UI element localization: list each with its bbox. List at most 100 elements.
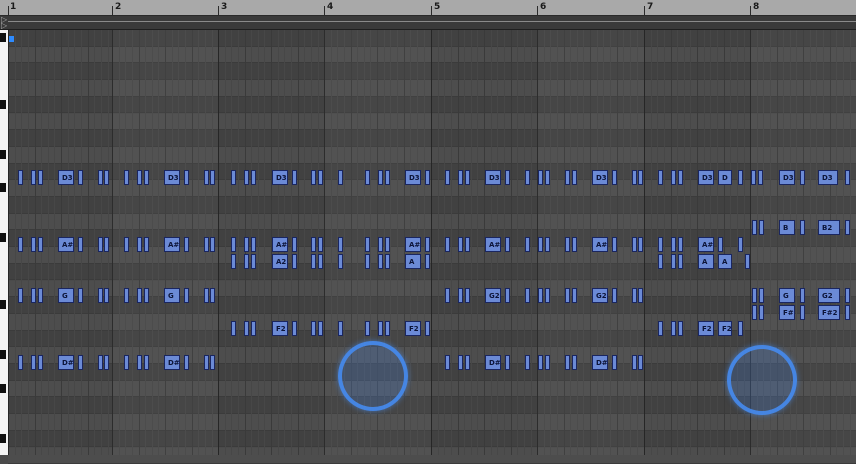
midi-note[interactable] [752,220,757,235]
midi-note[interactable] [311,237,316,252]
black-key[interactable] [0,384,6,393]
midi-note[interactable] [385,237,390,252]
midi-note[interactable] [292,321,297,336]
midi-note[interactable] [318,254,323,269]
midi-note[interactable] [759,220,764,235]
midi-note[interactable] [638,288,643,303]
midi-note[interactable]: D [718,170,732,185]
midi-note[interactable] [137,355,142,370]
black-key[interactable] [0,434,6,443]
black-key[interactable] [0,183,6,192]
midi-note[interactable]: B [779,220,795,235]
black-key[interactable] [0,100,6,109]
midi-note[interactable] [671,321,676,336]
midi-note[interactable] [98,170,103,185]
midi-note[interactable] [678,321,683,336]
midi-note[interactable]: A# [272,237,288,252]
midi-note[interactable] [425,321,430,336]
midi-note[interactable] [78,355,83,370]
midi-note[interactable] [458,355,463,370]
midi-note[interactable] [538,355,543,370]
midi-note[interactable] [124,288,129,303]
midi-note[interactable] [144,288,149,303]
midi-note[interactable] [658,321,663,336]
midi-note[interactable] [671,254,676,269]
midi-note[interactable]: D# [164,355,180,370]
midi-note[interactable] [38,288,43,303]
midi-note[interactable] [565,170,570,185]
midi-note[interactable] [31,288,36,303]
midi-note[interactable] [632,288,637,303]
midi-note[interactable] [538,288,543,303]
midi-note[interactable] [231,254,236,269]
midi-note[interactable] [738,237,743,252]
midi-note[interactable] [98,355,103,370]
midi-note[interactable]: G2 [592,288,608,303]
midi-note[interactable] [638,170,643,185]
midi-note[interactable] [231,321,236,336]
midi-note[interactable] [204,170,209,185]
midi-note[interactable]: F2 [405,321,421,336]
midi-note[interactable]: G [779,288,795,303]
midi-note[interactable]: A [718,254,732,269]
midi-note[interactable] [638,355,643,370]
midi-note[interactable] [365,321,370,336]
midi-note[interactable] [292,254,297,269]
midi-note[interactable] [184,170,189,185]
midi-note[interactable] [144,237,149,252]
midi-note[interactable] [759,305,764,320]
midi-note[interactable] [458,170,463,185]
midi-note[interactable]: F2 [718,321,732,336]
midi-note[interactable] [184,237,189,252]
midi-note[interactable] [525,355,530,370]
midi-note[interactable]: A# [58,237,74,252]
midi-note[interactable] [311,170,316,185]
midi-note[interactable] [184,355,189,370]
midi-note[interactable] [738,170,743,185]
midi-note[interactable] [751,170,756,185]
midi-note[interactable] [800,170,805,185]
midi-note[interactable] [752,288,757,303]
midi-note[interactable] [538,170,543,185]
midi-note[interactable] [378,237,383,252]
midi-note[interactable] [338,254,343,269]
midi-note[interactable]: A# [592,237,608,252]
midi-note[interactable] [671,237,676,252]
midi-note[interactable] [752,305,757,320]
midi-note[interactable] [38,237,43,252]
midi-note[interactable]: D3 [698,170,714,185]
midi-note[interactable] [78,288,83,303]
midi-note[interactable] [658,237,663,252]
midi-note[interactable] [565,355,570,370]
midi-note[interactable] [124,237,129,252]
midi-note[interactable] [318,321,323,336]
midi-note[interactable] [311,254,316,269]
midi-note[interactable] [658,254,663,269]
midi-note[interactable] [338,237,343,252]
midi-note[interactable] [545,237,550,252]
midi-note[interactable] [458,288,463,303]
midi-note[interactable]: A# [164,237,180,252]
midi-note[interactable]: F#2 [818,305,840,320]
midi-note[interactable] [612,170,617,185]
midi-note[interactable] [231,237,236,252]
midi-note[interactable] [385,170,390,185]
midi-note[interactable] [465,237,470,252]
midi-note[interactable]: A2 [272,254,288,269]
midi-note[interactable] [505,237,510,252]
midi-note[interactable] [204,237,209,252]
black-key[interactable] [0,233,6,242]
midi-note[interactable] [210,288,215,303]
midi-note[interactable] [31,355,36,370]
midi-note[interactable]: D3 [405,170,421,185]
midi-note[interactable] [137,237,142,252]
midi-note[interactable] [210,170,215,185]
midi-note[interactable] [318,237,323,252]
black-key[interactable] [0,350,6,359]
loop-end-arrow-icon[interactable]: ▷ [1,22,7,29]
midi-note[interactable] [38,355,43,370]
midi-note[interactable] [292,237,297,252]
playhead-marker[interactable] [9,36,14,42]
midi-note[interactable]: D# [58,355,74,370]
midi-note[interactable] [124,355,129,370]
